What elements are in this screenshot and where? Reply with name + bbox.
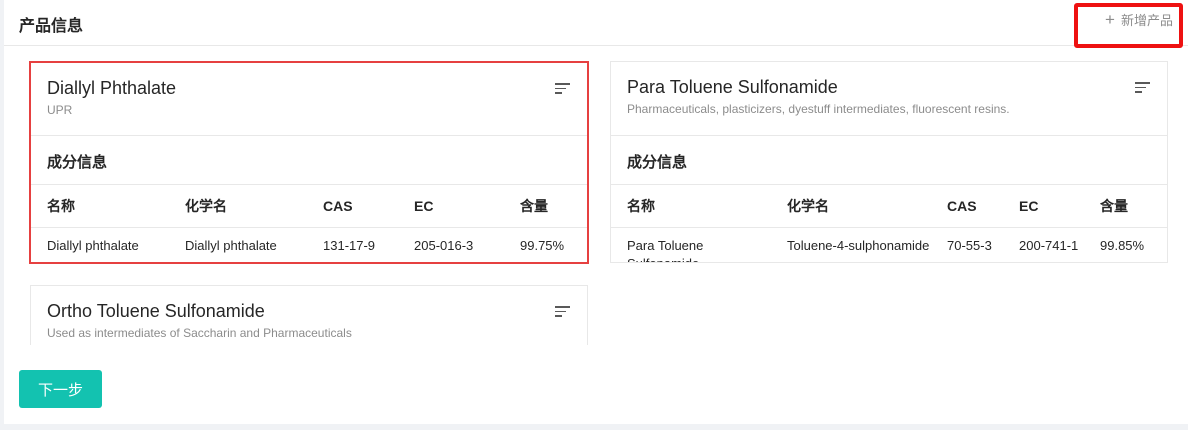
card-subtitle: Pharmaceuticals, plasticizers, dyestuff … [627,102,1010,116]
column-header: 含量 [1084,185,1167,228]
table-row: Para Toluene Sulfonamide Toluene-4-sulph… [611,227,1167,263]
ingredient-table: 名称 化学名 CAS EC 含量 Diallyl phthalate Diall… [31,185,587,262]
cell-ec: 205-016-3 [414,237,474,253]
cell-name: Diallyl phthalate [47,237,139,253]
column-header: 名称 [611,185,771,228]
cell-chemical-name: Toluene-4-sulphonamide [787,237,930,253]
cell-content: 99.85% [1100,237,1145,253]
add-product-label: 新增产品 [1120,13,1173,28]
plus-icon: + [1105,10,1115,29]
product-card-diallyl-phthalate[interactable]: Diallyl Phthalate UPR 成分信息 名称 化学名 CAS EC… [29,61,589,264]
cell-name: Para Toluene Sulfonamide [627,237,704,263]
card-header: Para Toluene Sulfonamide Pharmaceuticals… [611,62,1167,136]
panel-header: 产品信息 + 新增产品 [4,0,1188,48]
column-header: 名称 [31,185,169,228]
column-header: 化学名 [771,185,931,228]
cell-cas: 70-55-3 [947,237,992,253]
ingredient-table: 名称 化学名 CAS EC 含量 Para Toluene Sulfonamid… [611,185,1167,263]
table-header-row: 名称 化学名 CAS EC 含量 [31,185,587,228]
next-step-button[interactable]: 下一步 [19,370,102,408]
cell-ec: 200-741-1 [1019,237,1079,253]
cell-cas: 131-17-9 [323,237,376,253]
sort-icon[interactable] [555,83,570,95]
card-subtitle: UPR [47,103,73,117]
column-header: 化学名 [169,185,307,228]
column-header: CAS [307,185,398,228]
add-product-button[interactable]: + 新增产品 [1074,3,1183,48]
column-header: CAS [931,185,1003,228]
cell-chemical-name: Diallyl phthalate [185,237,277,253]
table-row: Diallyl phthalate Diallyl phthalate 131-… [31,227,587,262]
page-title: 产品信息 [19,18,84,35]
column-header: 含量 [504,185,587,228]
card-title: Para Toluene Sulfonamide [627,77,838,97]
card-header: Ortho Toluene Sulfonamide Used as interm… [31,286,587,345]
sort-icon[interactable] [555,306,570,318]
card-subtitle: Used as intermediates of Saccharin and P… [47,326,352,340]
column-header: EC [398,185,504,228]
column-header: EC [1003,185,1084,228]
cell-content: 99.75% [520,237,565,253]
card-title: Ortho Toluene Sulfonamide [47,301,265,321]
sort-icon[interactable] [1135,82,1150,94]
section-title: 成分信息 [31,136,587,185]
card-header: Diallyl Phthalate UPR [31,63,587,136]
product-card-para-toluene-sulfonamide[interactable]: Para Toluene Sulfonamide Pharmaceuticals… [610,61,1168,263]
section-title: 成分信息 [611,136,1167,185]
product-card-ortho-toluene-sulfonamide[interactable]: Ortho Toluene Sulfonamide Used as interm… [30,285,588,345]
card-title: Diallyl Phthalate [47,78,177,98]
table-header-row: 名称 化学名 CAS EC 含量 [611,185,1167,228]
product-info-panel: 产品信息 + 新增产品 Diallyl Phthalate UPR 成分信息 名… [4,0,1188,424]
